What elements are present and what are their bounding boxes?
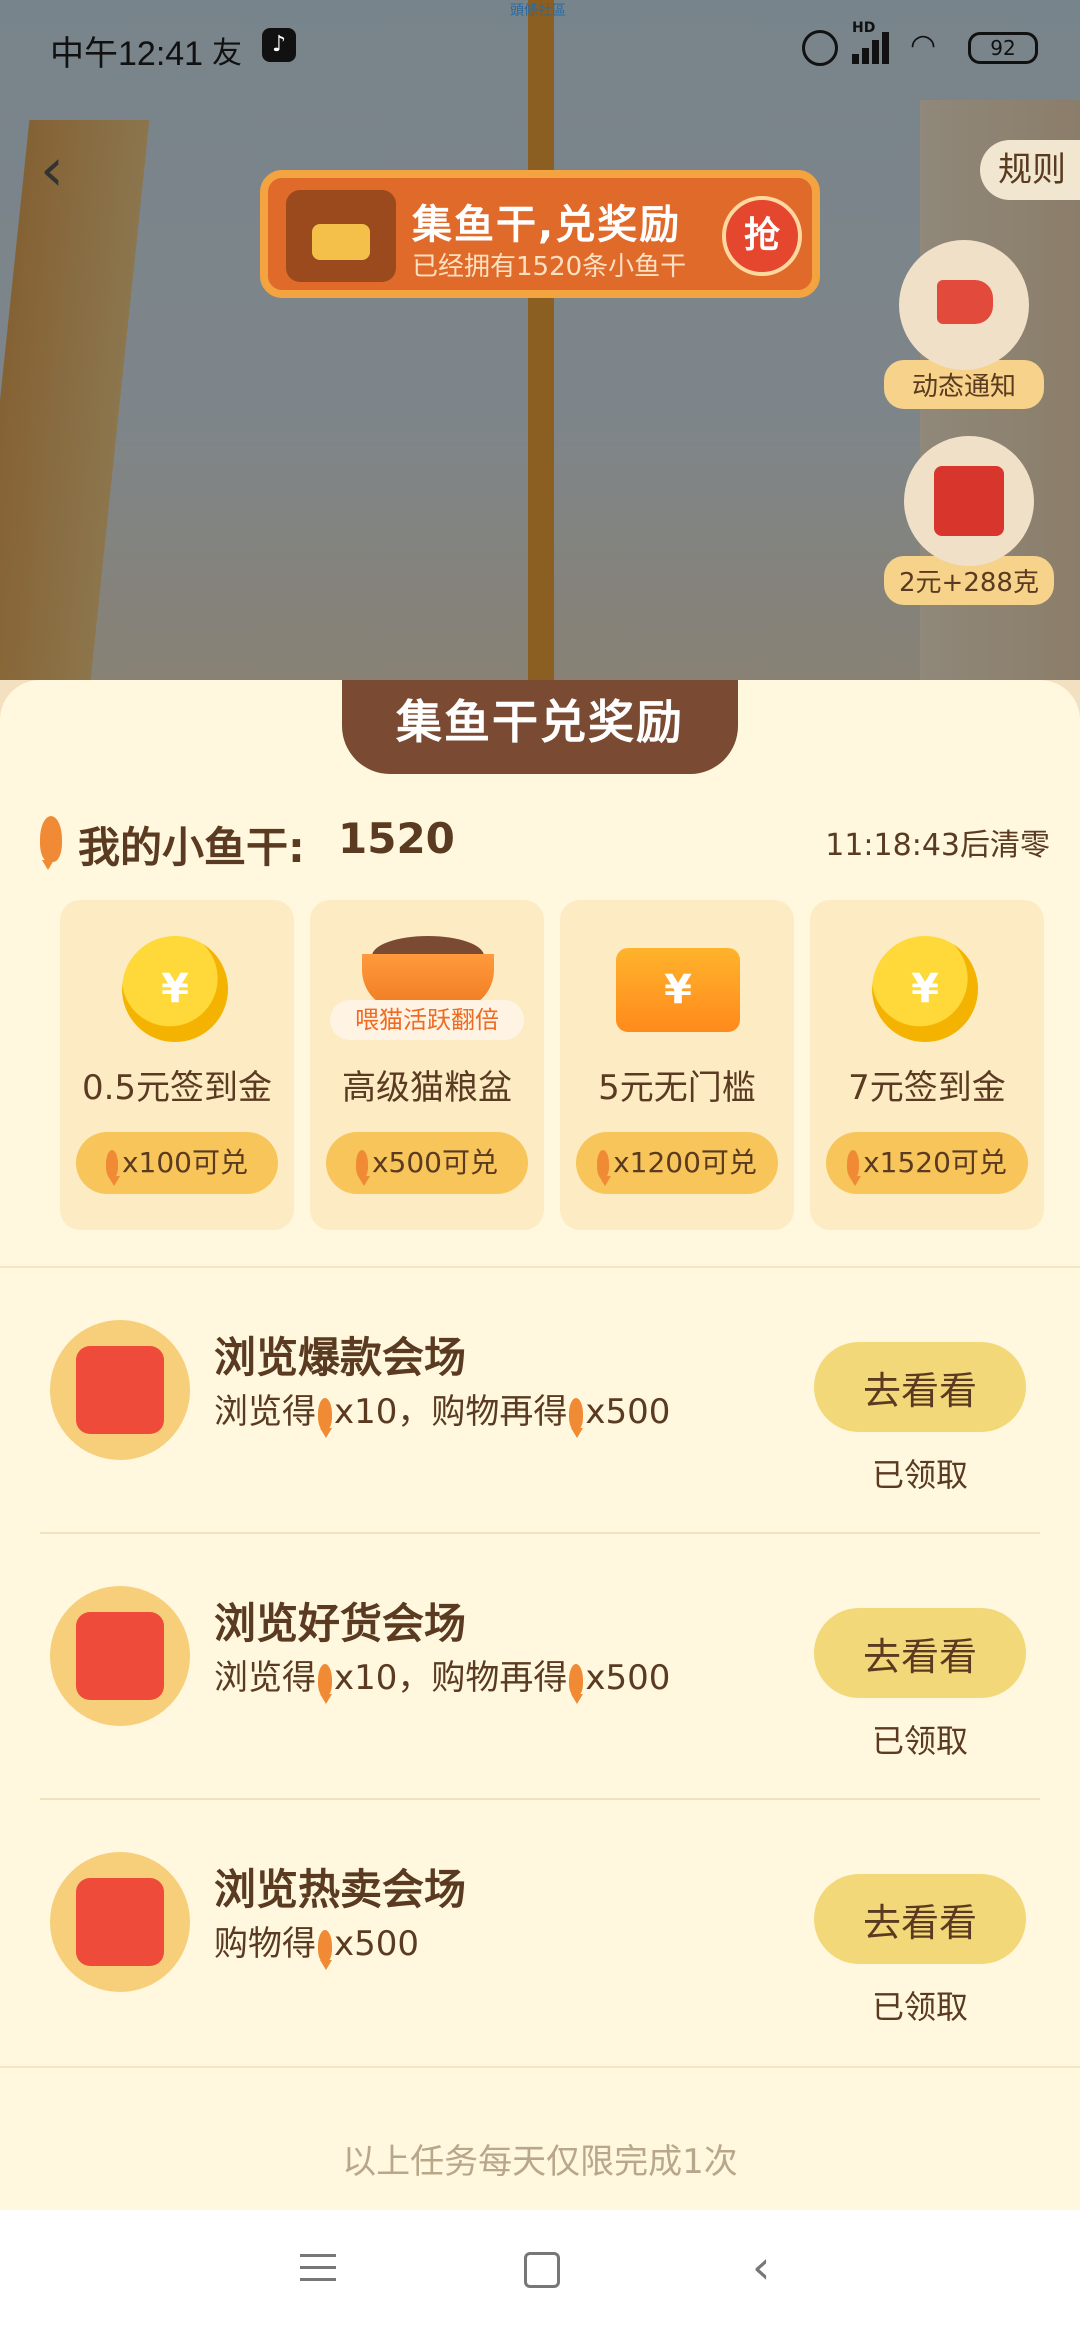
reward-card[interactable]: ¥ 7元签到金 x1520可兑 bbox=[810, 900, 1044, 1230]
redeem-price-button[interactable]: x500可兑 bbox=[326, 1132, 528, 1194]
banner-subtitle: 已经拥有1520条小鱼干 bbox=[412, 252, 687, 282]
system-nav-bar: ‹ bbox=[0, 2210, 1080, 2340]
reward-name: 0.5元签到金 bbox=[81, 1068, 273, 1108]
red-packet-button[interactable]: 2元+288克 bbox=[884, 436, 1054, 616]
fish-balance-row: 我的小鱼干: 1520 11:18:43后清零 bbox=[40, 810, 1050, 872]
alarm-icon bbox=[802, 30, 838, 66]
notification-icon: 友 bbox=[212, 36, 242, 71]
task-item: 浏览热卖会场 购物得 x500 去看看 已领取 bbox=[0, 1800, 1080, 2066]
status-time: 中午12:41 bbox=[50, 35, 204, 73]
reward-sheet: 集鱼干兑奖励 我的小鱼干: 1520 11:18:43后清零 ¥ 0.5元签到金… bbox=[0, 680, 1080, 2210]
fish-icon bbox=[318, 1929, 332, 1970]
fish-icon bbox=[569, 1397, 584, 1438]
tiktok-icon: ♪ bbox=[262, 28, 296, 62]
banner-title: 集鱼干,兑奖励 bbox=[412, 202, 682, 248]
back-icon[interactable]: ‹ bbox=[752, 2240, 770, 2294]
shopping-bag-icon bbox=[50, 1320, 190, 1460]
footer-note: 以上任务每天仅限完成1次 bbox=[342, 2142, 738, 2182]
dynamic-notice-button[interactable]: 动态通知 bbox=[884, 240, 1044, 410]
fish-icon bbox=[318, 1397, 332, 1438]
coupon-icon: ¥ bbox=[616, 948, 740, 1032]
section-divider bbox=[0, 2066, 1080, 2068]
go-look-button[interactable]: 去看看 bbox=[814, 1874, 1026, 1964]
fish-icon bbox=[847, 1150, 862, 1186]
grab-button[interactable]: 抢 bbox=[722, 196, 802, 276]
balance-label: 我的小鱼干: bbox=[78, 823, 305, 872]
go-look-button[interactable]: 去看看 bbox=[814, 1608, 1026, 1698]
status-bar: 中午12:41 友 ♪ 頭條社區 HD ◠ 92 bbox=[0, 0, 1080, 96]
reward-name: 5元无门槛 bbox=[598, 1068, 756, 1108]
reward-card[interactable]: ¥ 0.5元签到金 x100可兑 bbox=[60, 900, 294, 1230]
fish-icon bbox=[40, 816, 62, 870]
fish-icon bbox=[105, 1150, 120, 1186]
reward-tag: 喂猫活跃翻倍 bbox=[330, 1000, 524, 1040]
fish-icon bbox=[355, 1150, 370, 1186]
go-look-button[interactable]: 去看看 bbox=[814, 1342, 1026, 1432]
reward-name: 高级猫粮盆 bbox=[342, 1068, 512, 1108]
fish-icon bbox=[318, 1663, 332, 1704]
reward-card[interactable]: 喂猫活跃翻倍 高级猫粮盆 x500可兑 bbox=[310, 900, 544, 1230]
reset-countdown: 11:18:43后清零 bbox=[825, 828, 1050, 863]
sheet-title: 集鱼干兑奖励 bbox=[342, 680, 738, 774]
battery-icon: 92 bbox=[968, 32, 1038, 64]
reward-cards: ¥ 0.5元签到金 x100可兑 喂猫活跃翻倍 高级猫粮盆 x500可兑 ¥ 5… bbox=[60, 900, 1046, 1230]
menu-icon[interactable] bbox=[300, 2254, 336, 2284]
collect-fish-banner[interactable]: 集鱼干,兑奖励 已经拥有1520条小鱼干 抢 bbox=[260, 170, 820, 298]
coin-icon: ¥ bbox=[872, 936, 978, 1042]
rules-button[interactable]: 规则 bbox=[980, 140, 1080, 200]
wifi-icon: ◠ bbox=[910, 28, 937, 63]
storefront-icon bbox=[50, 1852, 190, 1992]
task-status: 已领取 bbox=[871, 1456, 968, 1494]
task-item: 浏览好货会场 浏览得 x10，购物再得 x500 去看看 已领取 bbox=[0, 1534, 1080, 1800]
gift-box-icon bbox=[50, 1586, 190, 1726]
task-desc: 购物得 x500 bbox=[214, 1924, 420, 1970]
signal-icon bbox=[852, 28, 896, 64]
task-desc: 浏览得 x10，购物再得 x500 bbox=[214, 1392, 671, 1438]
task-status: 已领取 bbox=[871, 1988, 968, 2026]
redeem-price-button[interactable]: x1200可兑 bbox=[576, 1132, 778, 1194]
task-title: 浏览爆款会场 bbox=[214, 1333, 467, 1382]
megaphone-icon bbox=[899, 240, 1029, 370]
redeem-price-button[interactable]: x100可兑 bbox=[76, 1132, 278, 1194]
red-packet-icon bbox=[904, 436, 1034, 566]
chevron-left-icon: ‹ bbox=[40, 135, 64, 205]
balance-value: 1520 bbox=[338, 814, 455, 863]
coin-icon: ¥ bbox=[122, 936, 228, 1042]
fish-icon bbox=[597, 1150, 612, 1186]
status-center-text: 頭條社區 bbox=[510, 3, 566, 19]
home-icon[interactable] bbox=[524, 2252, 560, 2288]
reward-name: 7元签到金 bbox=[848, 1068, 1006, 1108]
task-title: 浏览热卖会场 bbox=[214, 1865, 467, 1914]
fish-icon bbox=[569, 1663, 584, 1704]
redeem-price-button[interactable]: x1520可兑 bbox=[826, 1132, 1028, 1194]
reward-card[interactable]: ¥ 5元无门槛 x1200可兑 bbox=[560, 900, 794, 1230]
task-item: 浏览爆款会场 浏览得 x10，购物再得 x500 去看看 已领取 bbox=[0, 1268, 1080, 1534]
back-button[interactable]: ‹ bbox=[40, 140, 80, 200]
task-desc: 浏览得 x10，购物再得 x500 bbox=[214, 1658, 671, 1704]
task-status: 已领取 bbox=[871, 1722, 968, 1760]
treasure-chest-icon bbox=[286, 190, 396, 282]
task-title: 浏览好货会场 bbox=[214, 1599, 467, 1648]
